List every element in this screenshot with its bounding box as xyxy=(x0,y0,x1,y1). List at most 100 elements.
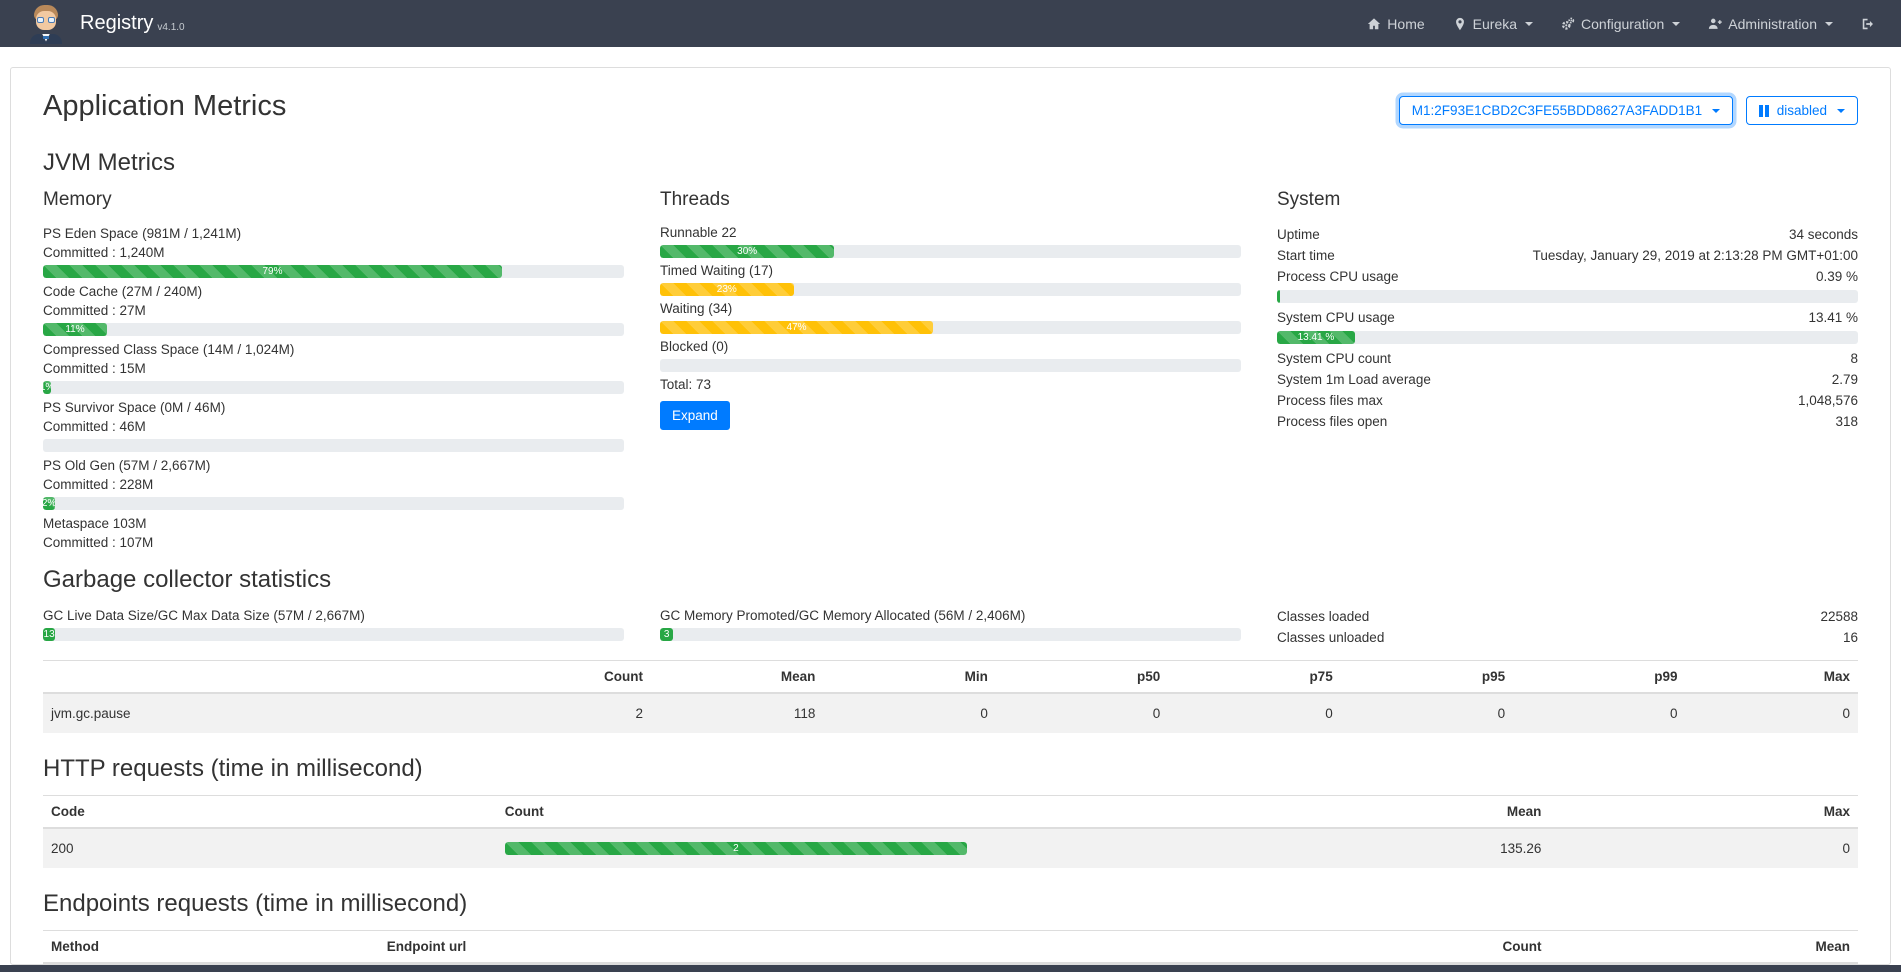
memory-heading: Memory xyxy=(43,189,624,211)
threads-heading: Threads xyxy=(660,189,1241,211)
page-controls: M1:2F93E1CBD2C3FE55BDD8627A3FADD1B1 disa… xyxy=(1399,96,1858,125)
threads-panel: Threads Runnable 22 30% Timed Waiting (1… xyxy=(660,189,1241,552)
map-marker-icon xyxy=(1453,17,1467,31)
memory-pool: PS Survivor Space (0M / 46M) Committed :… xyxy=(43,398,624,452)
pause-icon xyxy=(1759,105,1769,117)
memory-panel: Memory PS Eden Space (981M / 1,241M) Com… xyxy=(43,189,624,552)
caret-down-icon xyxy=(1712,109,1720,113)
memory-pool: Metaspace 103M Committed : 107M xyxy=(43,514,624,552)
nav-home-label: Home xyxy=(1387,16,1424,32)
nav-configuration[interactable]: Configuration xyxy=(1561,16,1680,32)
memory-pool: PS Eden Space (981M / 1,241M) Committed … xyxy=(43,224,624,278)
progress-bar-fill: 3 xyxy=(660,628,673,641)
gears-icon xyxy=(1561,17,1575,31)
logo-bowtie xyxy=(43,36,49,39)
logo-glasses-left xyxy=(37,17,44,23)
brand-version: v4.1.0 xyxy=(157,15,184,33)
nav-eureka[interactable]: Eureka xyxy=(1453,16,1533,32)
memory-pool-progress: 11% xyxy=(43,323,624,336)
system-cpu-progress: 13.41 % xyxy=(1277,331,1858,344)
memory-pool: Code Cache (27M / 240M) Committed : 27M … xyxy=(43,282,624,336)
memory-pool-progress: 0% xyxy=(43,439,624,452)
table-header-row: Code Count Mean Max xyxy=(43,796,1858,829)
nav-administration[interactable]: Administration xyxy=(1708,16,1833,32)
http-requests-heading: HTTP requests (time in millisecond) xyxy=(43,755,1858,783)
instance-selector-dropdown[interactable]: M1:2F93E1CBD2C3FE55BDD8627A3FADD1B1 xyxy=(1399,96,1733,125)
gc-pause-table: Count Mean Min p50 p75 p95 p99 Max jvm.g… xyxy=(43,660,1858,733)
classes-row: Classes loaded 22588 xyxy=(1277,606,1858,627)
system-row: Process files max 1,048,576 xyxy=(1277,390,1858,411)
thread-progress: 47% xyxy=(660,321,1241,334)
jvm-metrics-row: Memory PS Eden Space (981M / 1,241M) Com… xyxy=(43,189,1858,552)
table-header-row: Method Endpoint url Count Mean xyxy=(43,931,1858,964)
system-row: System 1m Load average 2.79 xyxy=(1277,369,1858,390)
memory-pool-progress: 79% xyxy=(43,265,624,278)
progress-bar-fill: 2 xyxy=(505,842,967,855)
brand-title: Registry xyxy=(80,12,153,35)
nav-signout[interactable] xyxy=(1861,17,1875,31)
progress-bar-fill: 2% xyxy=(43,497,55,510)
memory-pool-progress: 2% xyxy=(43,497,624,510)
system-row: System CPU usage 13.41 % xyxy=(1277,307,1858,328)
thread-progress: 0% xyxy=(660,359,1241,372)
gc-classes: Classes loaded 22588 Classes unloaded 16 xyxy=(1277,606,1858,648)
gc-promoted-progress: 3 xyxy=(660,628,1241,641)
page-header: Application Metrics M1:2F93E1CBD2C3FE55B… xyxy=(43,90,1858,125)
page-title: Application Metrics xyxy=(43,90,286,123)
refresh-toggle-label: disabled xyxy=(1777,103,1827,118)
system-row: Uptime 34 seconds xyxy=(1277,224,1858,245)
http-requests-table: Code Count Mean Max 200 2 135.26 0 xyxy=(43,795,1858,868)
progress-bar-fill xyxy=(1277,290,1280,303)
classes-row: Classes unloaded 16 xyxy=(1277,627,1858,648)
http-count-progress: 2 xyxy=(505,842,967,855)
gc-row: GC Live Data Size/GC Max Data Size (57M … xyxy=(43,606,1858,648)
thread-progress: 30% xyxy=(660,245,1241,258)
thread-state: Blocked (0) 0% xyxy=(660,338,1241,372)
caret-down-icon xyxy=(1837,109,1845,113)
table-row: 200 2 135.26 0 xyxy=(43,828,1858,868)
bottom-strip xyxy=(0,965,1901,972)
jhipster-logo xyxy=(26,4,66,44)
brand-link[interactable]: Registry v4.1.0 xyxy=(26,4,185,44)
nav-eureka-label: Eureka xyxy=(1473,16,1517,32)
refresh-toggle-dropdown[interactable]: disabled xyxy=(1746,96,1858,125)
endpoints-requests-table: Method Endpoint url Count Mean GET /mana… xyxy=(43,930,1858,965)
system-row: System CPU count 8 xyxy=(1277,348,1858,369)
progress-bar-fill: 11% xyxy=(43,323,107,336)
progress-bar-fill: 1% xyxy=(43,381,51,394)
top-navbar: Registry v4.1.0 Home Eureka Configuratio… xyxy=(0,0,1901,47)
home-icon xyxy=(1367,17,1381,31)
gc-promoted: GC Memory Promoted/GC Memory Allocated (… xyxy=(660,606,1241,648)
expand-button[interactable]: Expand xyxy=(660,401,730,430)
nav-configuration-label: Configuration xyxy=(1581,16,1664,32)
caret-down-icon xyxy=(1525,22,1533,26)
table-row: jvm.gc.pause 2 118 0 0 0 0 0 0 xyxy=(43,693,1858,733)
thread-state: Waiting (34) 47% xyxy=(660,300,1241,334)
table-header-row: Count Mean Min p50 p75 p95 p99 Max xyxy=(43,661,1858,694)
navbar-menu: Home Eureka Configuration Administration xyxy=(1367,16,1875,32)
system-row: Process files open 318 xyxy=(1277,411,1858,432)
progress-bar-fill: 79% xyxy=(43,265,502,278)
logo-glasses-right xyxy=(48,17,55,23)
memory-pool: Compressed Class Space (14M / 1,024M) Co… xyxy=(43,340,624,394)
thread-state: Runnable 22 30% xyxy=(660,224,1241,258)
caret-down-icon xyxy=(1672,22,1680,26)
progress-bar-fill: 23% xyxy=(660,283,794,296)
jvm-metrics-heading: JVM Metrics xyxy=(43,149,1858,177)
metrics-page: Application Metrics M1:2F93E1CBD2C3FE55B… xyxy=(10,67,1891,965)
progress-bar-fill: 30% xyxy=(660,245,834,258)
nav-home[interactable]: Home xyxy=(1367,16,1424,32)
system-panel: System Uptime 34 seconds Start time Tues… xyxy=(1277,189,1858,552)
progress-bar-fill: 47% xyxy=(660,321,933,334)
progress-bar-fill: 13 xyxy=(43,628,55,641)
memory-pool-progress: 1% xyxy=(43,381,624,394)
gc-live-progress: 13 xyxy=(43,628,624,641)
nav-administration-label: Administration xyxy=(1728,16,1817,32)
user-plus-icon xyxy=(1708,17,1722,31)
caret-down-icon xyxy=(1825,22,1833,26)
thread-progress: 23% xyxy=(660,283,1241,296)
system-heading: System xyxy=(1277,189,1858,211)
gc-live-data: GC Live Data Size/GC Max Data Size (57M … xyxy=(43,606,624,648)
process-cpu-progress xyxy=(1277,290,1858,303)
gc-heading: Garbage collector statistics xyxy=(43,566,1858,594)
